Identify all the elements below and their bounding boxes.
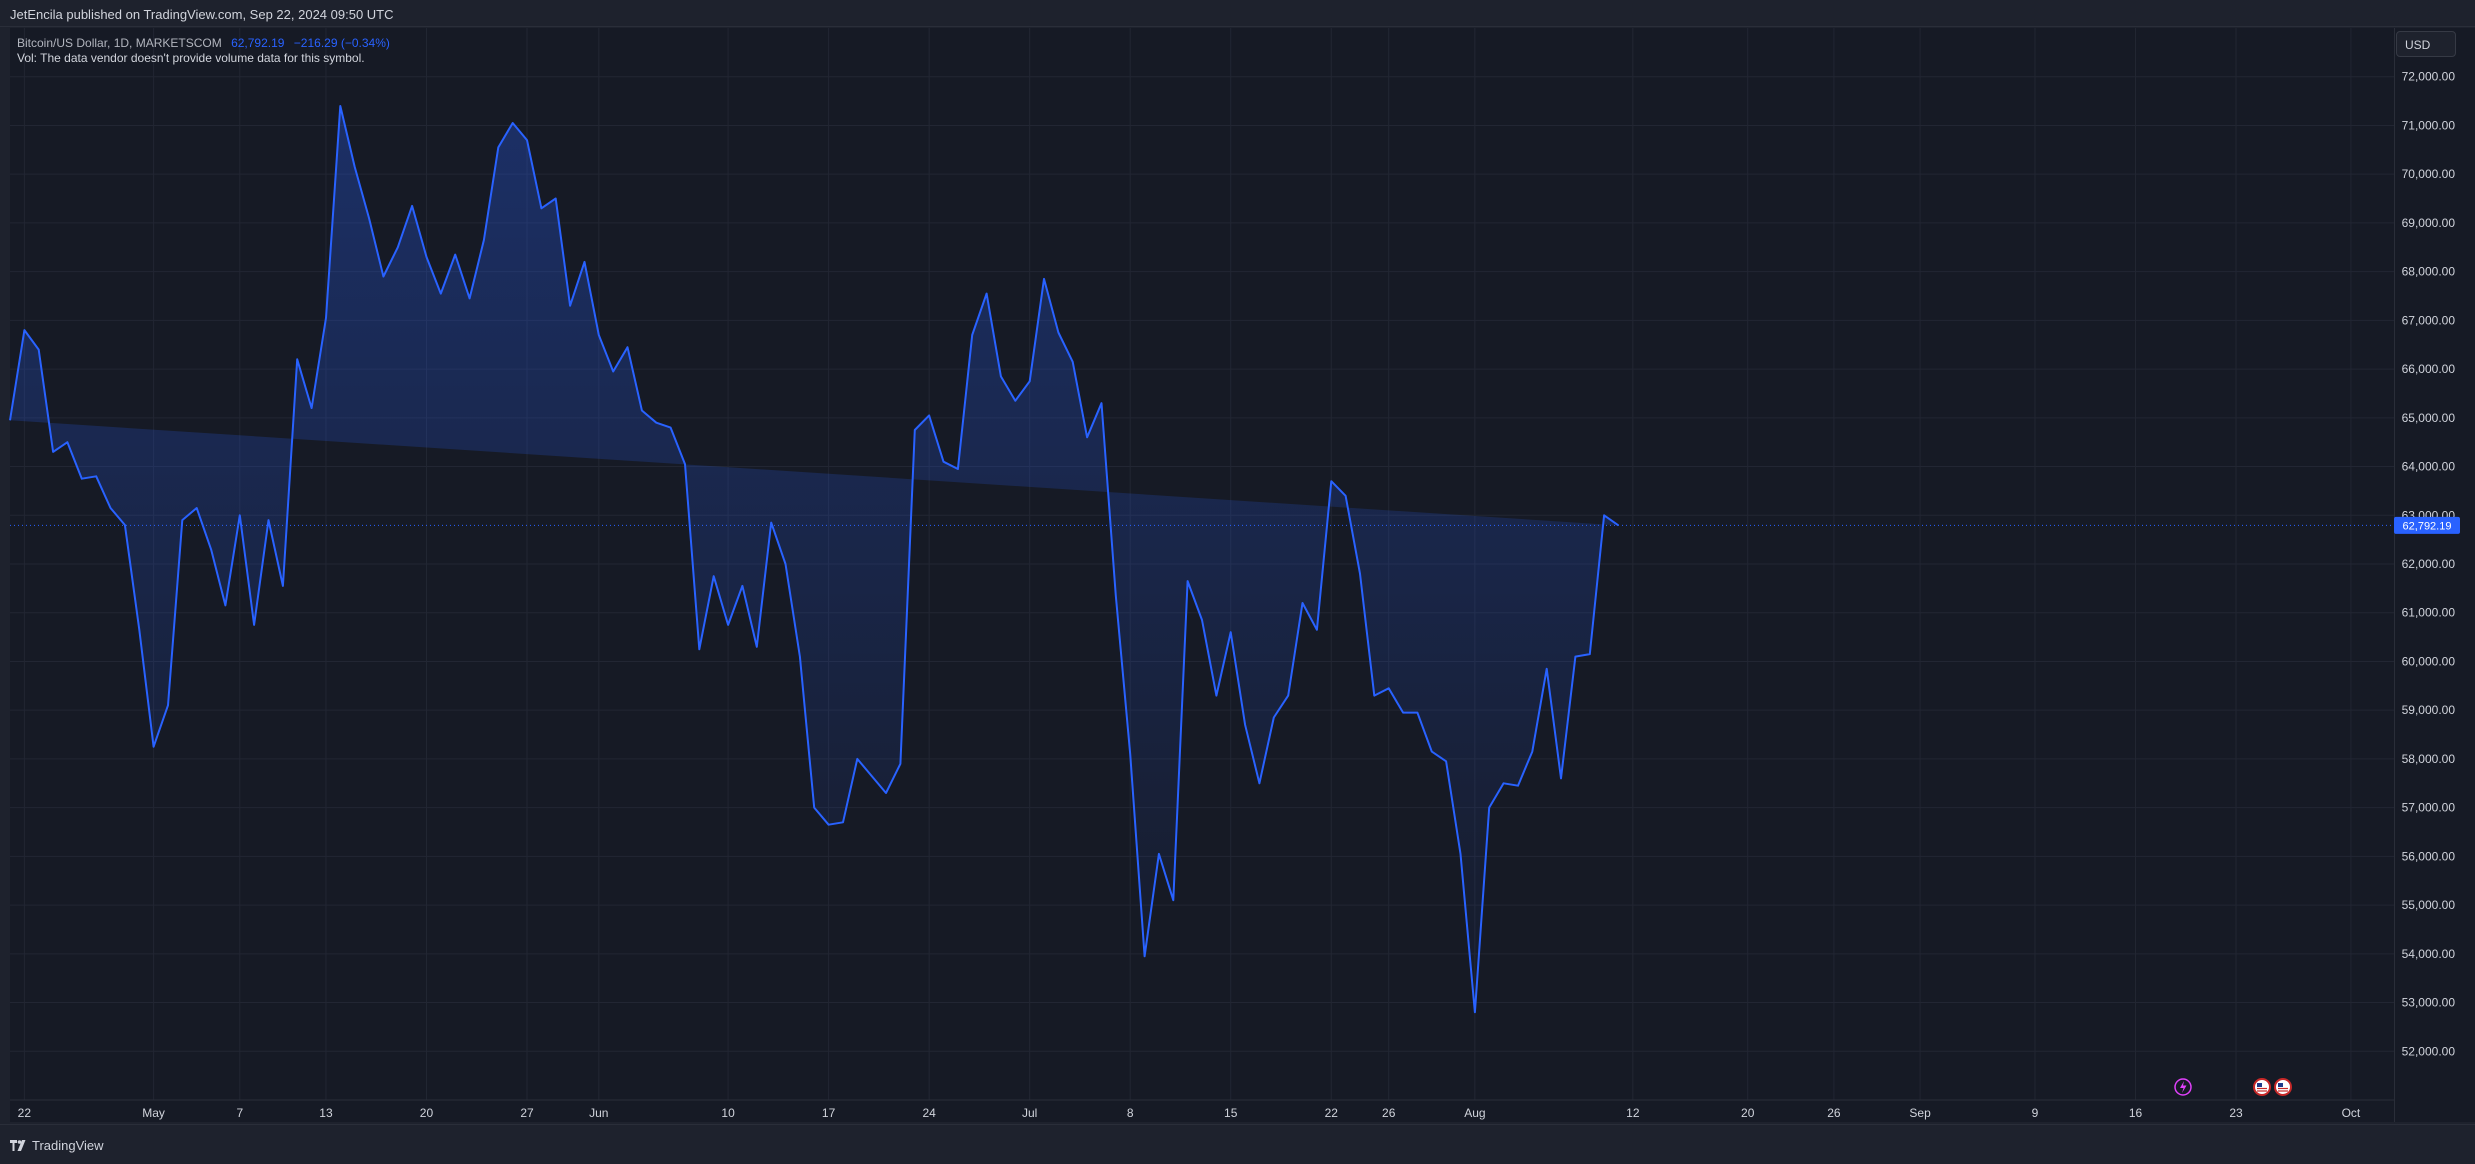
y-tick-label: 72,000.00 bbox=[2402, 70, 2456, 84]
us-flag-event-icon[interactable] bbox=[2274, 1078, 2292, 1096]
y-tick-label: 67,000.00 bbox=[2402, 313, 2456, 327]
y-tick-label: 54,000.00 bbox=[2402, 947, 2456, 961]
bottom-bar: TradingView bbox=[0, 1124, 2475, 1164]
y-tick-label: 65,000.00 bbox=[2402, 411, 2456, 425]
x-tick-label: 20 bbox=[420, 1106, 434, 1120]
currency-selector[interactable]: USD bbox=[2396, 31, 2456, 57]
y-tick-label: 62,000.00 bbox=[2402, 557, 2456, 571]
x-tick-label: Oct bbox=[2342, 1106, 2361, 1120]
y-tick-label: 53,000.00 bbox=[2402, 996, 2456, 1010]
y-tick-label: 57,000.00 bbox=[2402, 801, 2456, 815]
x-tick-label: 7 bbox=[236, 1106, 243, 1120]
x-tick-label: 20 bbox=[1741, 1106, 1755, 1120]
y-tick-label: 61,000.00 bbox=[2402, 606, 2456, 620]
area-fill-layer bbox=[10, 106, 1619, 1013]
symbol-legend: Bitcoin/US Dollar, 1D, MARKETSCOM 62,792… bbox=[17, 36, 390, 50]
last-value: 62,792.19 bbox=[231, 36, 285, 50]
x-tick-label: 26 bbox=[1827, 1106, 1841, 1120]
y-tick-label: 71,000.00 bbox=[2402, 118, 2456, 132]
y-axis: 52,000.00 53,000.00 54,000.00 55,000.00 56,0… bbox=[2402, 70, 2456, 1059]
price-area-fill bbox=[10, 106, 1619, 1013]
x-tick-label: 22 bbox=[1325, 1106, 1339, 1120]
price-chart[interactable]: 52,000.00 53,000.00 54,000.00 55,000.00 56,0… bbox=[0, 0, 2475, 1124]
tradingview-brand[interactable]: TradingView bbox=[10, 1138, 104, 1153]
y-tick-label: 68,000.00 bbox=[2402, 265, 2456, 279]
y-tick-label: 56,000.00 bbox=[2402, 849, 2456, 863]
x-tick-label: Jul bbox=[1022, 1106, 1037, 1120]
x-tick-label: 10 bbox=[721, 1106, 735, 1120]
x-tick-label: 27 bbox=[520, 1106, 534, 1120]
us-flag-event-icon[interactable] bbox=[2253, 1078, 2271, 1096]
x-tick-label: 26 bbox=[1382, 1106, 1396, 1120]
lightning-event-icon[interactable] bbox=[2174, 1078, 2192, 1096]
x-tick-label: Sep bbox=[1909, 1106, 1931, 1120]
tradingview-logo-icon bbox=[10, 1140, 26, 1151]
x-tick-label: 16 bbox=[2129, 1106, 2143, 1120]
current-price-tag-label: 62,792.19 bbox=[2403, 520, 2452, 532]
y-tick-label: 69,000.00 bbox=[2402, 216, 2456, 230]
current-price-tag: 62,792.19 bbox=[2394, 516, 2460, 534]
x-tick-label: 23 bbox=[2229, 1106, 2243, 1120]
y-tick-label: 59,000.00 bbox=[2402, 703, 2456, 717]
volume-note: Vol: The data vendor doesn't provide vol… bbox=[17, 51, 365, 65]
y-tick-label: 55,000.00 bbox=[2402, 898, 2456, 912]
x-tick-label: 15 bbox=[1224, 1106, 1238, 1120]
x-tick-label: 13 bbox=[319, 1106, 333, 1120]
y-tick-label: 64,000.00 bbox=[2402, 460, 2456, 474]
x-tick-label: Aug bbox=[1464, 1106, 1485, 1120]
x-tick-label: Jun bbox=[589, 1106, 608, 1120]
y-tick-label: 60,000.00 bbox=[2402, 654, 2456, 668]
y-tick-label: 58,000.00 bbox=[2402, 752, 2456, 766]
x-tick-label: May bbox=[142, 1106, 165, 1120]
symbol-name: Bitcoin/US Dollar, 1D, MARKETSCOM bbox=[17, 36, 222, 50]
y-tick-label: 70,000.00 bbox=[2402, 167, 2456, 181]
x-tick-label: 12 bbox=[1626, 1106, 1640, 1120]
y-tick-label: 52,000.00 bbox=[2402, 1044, 2456, 1058]
price-change: −216.29 (−0.34%) bbox=[293, 36, 390, 50]
x-tick-label: 17 bbox=[822, 1106, 836, 1120]
x-tick-label: 9 bbox=[2032, 1106, 2039, 1120]
x-tick-label: 24 bbox=[922, 1106, 936, 1120]
event-markers bbox=[2174, 1078, 2292, 1096]
x-tick-label: 8 bbox=[1127, 1106, 1134, 1120]
tradingview-brand-label: TradingView bbox=[32, 1138, 104, 1153]
y-tick-label: 66,000.00 bbox=[2402, 362, 2456, 376]
x-axis: 22 May 7 13 20 27 Jun 10 17 24 Jul 8 15 22 26 Aug 12 20 26… bbox=[10, 1099, 2394, 1120]
x-tick-label: 22 bbox=[18, 1106, 32, 1120]
